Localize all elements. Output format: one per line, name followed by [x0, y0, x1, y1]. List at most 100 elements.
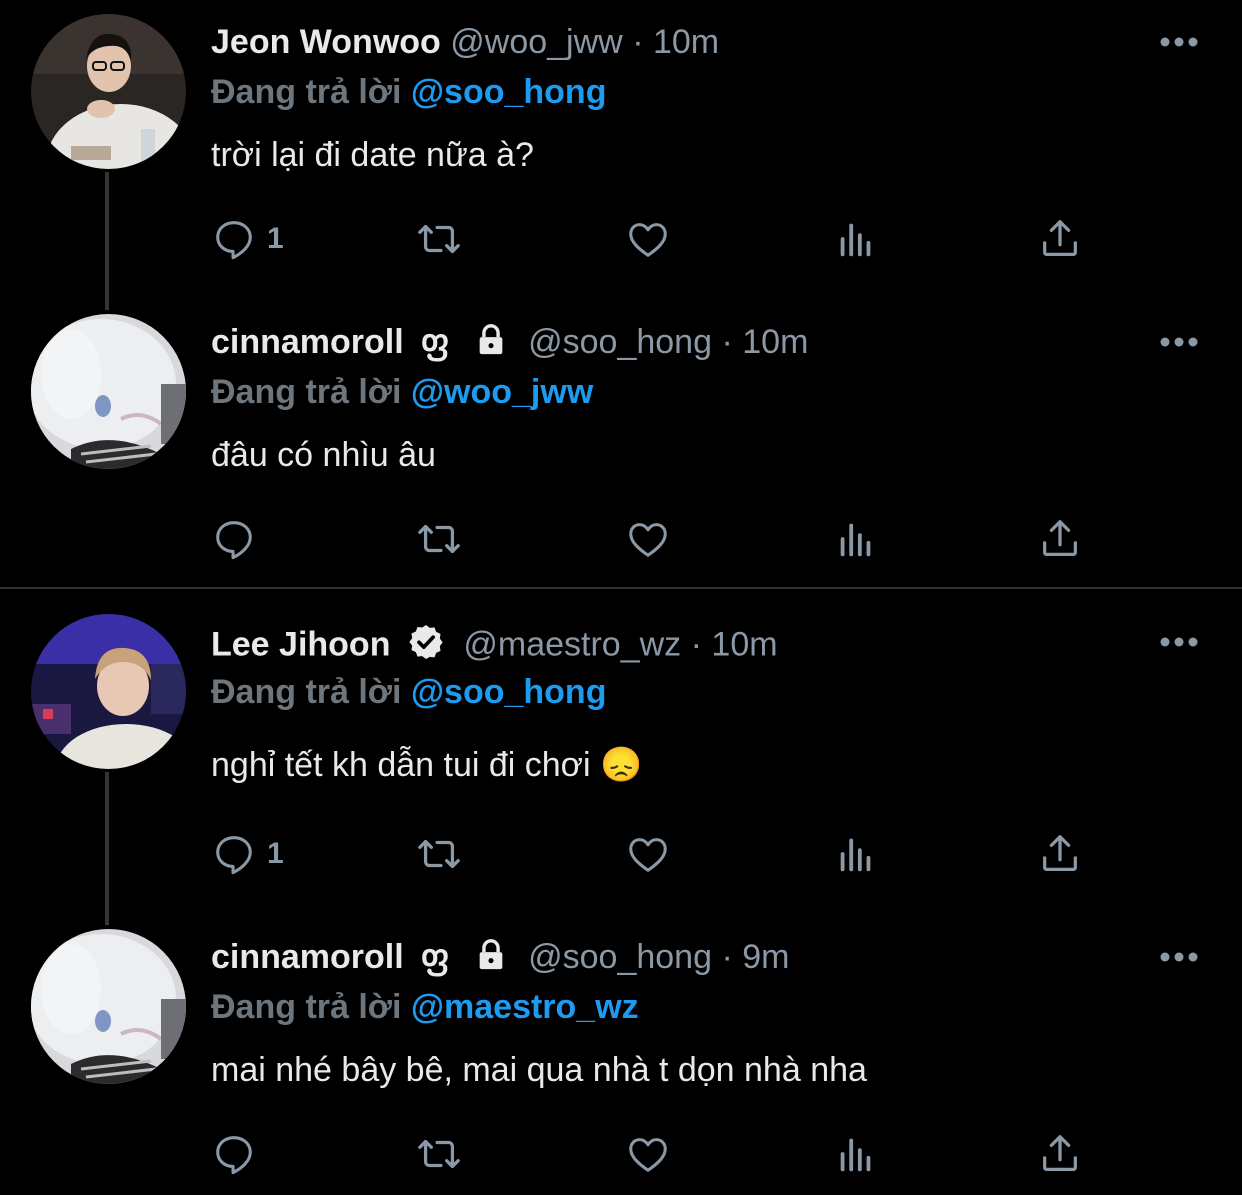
action-bar: 1 [211, 829, 1111, 879]
retweet-button[interactable] [416, 1129, 462, 1179]
more-options-button[interactable] [1158, 947, 1200, 967]
views-button[interactable] [833, 214, 879, 264]
ellipsis-icon [1160, 37, 1198, 47]
share-button[interactable] [1037, 214, 1083, 264]
tweet-3[interactable]: Lee Jihoon @maestro_wz · 10m Đang trả lờ… [0, 600, 1242, 925]
more-options-button[interactable] [1158, 32, 1200, 52]
reply-icon [216, 836, 252, 875]
retweet-button[interactable] [416, 214, 462, 264]
thread-divider [0, 587, 1242, 589]
user-handle[interactable]: @maestro_wz [463, 625, 681, 663]
display-name[interactable]: Jeon Wonwoo [211, 23, 441, 61]
tweet-text: trời lại đi date nữa à? [211, 136, 534, 174]
lock-icon [473, 323, 509, 366]
share-button[interactable] [1037, 514, 1083, 564]
tweet-2[interactable]: cinnamoroll ფ @soo_hong · 10m Đang trả l… [0, 300, 1242, 585]
thread-connector [105, 172, 109, 310]
timestamp[interactable]: 10m [711, 625, 777, 663]
like-button[interactable] [625, 1129, 671, 1179]
reply-icon [216, 221, 252, 260]
views-button[interactable] [833, 829, 879, 879]
mention-link[interactable]: @soo_hong [411, 73, 607, 111]
heart-icon [629, 838, 667, 872]
heart-icon [629, 523, 667, 557]
tweet-text: đâu có nhìu âu [211, 436, 436, 474]
retweet-button[interactable] [416, 829, 462, 879]
tweet-header: cinnamoroll ფ @soo_hong · 10m [211, 322, 808, 366]
display-name[interactable]: cinnamoroll [211, 323, 404, 361]
mention-link[interactable]: @maestro_wz [411, 988, 639, 1026]
share-button[interactable] [1037, 829, 1083, 879]
more-options-button[interactable] [1158, 332, 1200, 352]
action-bar: 1 [211, 214, 1111, 264]
reply-button[interactable]: 1 [211, 214, 284, 264]
timestamp[interactable]: 10m [742, 323, 808, 361]
retweet-icon [418, 224, 460, 254]
heart-icon [629, 223, 667, 257]
retweet-button[interactable] [416, 514, 462, 564]
replying-label: Đang trả lời [211, 673, 402, 711]
mention-link[interactable]: @woo_jww [411, 373, 593, 411]
separator-dot: · [721, 938, 733, 976]
user-handle[interactable]: @soo_hong [528, 938, 712, 976]
analytics-icon [840, 223, 871, 257]
share-button[interactable] [1037, 1129, 1083, 1179]
replying-to: Đang trả lời @woo_jww [211, 372, 593, 412]
ellipsis-icon [1160, 637, 1198, 647]
like-button[interactable] [625, 829, 671, 879]
timestamp[interactable]: 9m [742, 938, 789, 976]
like-button[interactable] [625, 214, 671, 264]
name-decoration: ფ [421, 938, 450, 976]
thread-connector [105, 772, 109, 925]
verified-icon [406, 622, 446, 671]
tweet-text: nghỉ tết kh dẫn tui đi chơi 😞 [211, 746, 643, 784]
reply-button[interactable]: 1 [211, 829, 284, 879]
avatar-cinnamoroll[interactable] [31, 929, 186, 1084]
retweet-icon [418, 839, 460, 869]
views-button[interactable] [833, 514, 879, 564]
avatar-cinnamoroll[interactable] [31, 314, 186, 469]
reply-count: 1 [267, 222, 284, 255]
share-icon [1043, 1135, 1077, 1171]
reply-icon [216, 521, 252, 560]
separator-dot: · [721, 323, 733, 361]
analytics-icon [840, 523, 871, 557]
tweet-1[interactable]: Jeon Wonwoo @woo_jww · 10m Đang trả lời … [0, 0, 1242, 310]
tweet-4[interactable]: cinnamoroll ფ @soo_hong · 9m Đang trả lờ… [0, 915, 1242, 1195]
replying-to: Đang trả lời @soo_hong [211, 72, 606, 112]
user-handle[interactable]: @soo_hong [528, 323, 712, 361]
replying-to: Đang trả lời @maestro_wz [211, 987, 639, 1027]
share-icon [1043, 520, 1077, 556]
mention-link[interactable]: @soo_hong [411, 673, 607, 711]
analytics-icon [840, 1138, 871, 1172]
name-decoration: ფ [421, 323, 450, 361]
like-button[interactable] [625, 514, 671, 564]
share-icon [1043, 835, 1077, 871]
display-name[interactable]: Lee Jihoon [211, 625, 390, 663]
lock-icon [473, 938, 509, 981]
timestamp[interactable]: 10m [653, 23, 719, 61]
retweet-icon [418, 1139, 460, 1169]
tweet-header: Jeon Wonwoo @woo_jww · 10m [211, 22, 719, 62]
ellipsis-icon [1160, 337, 1198, 347]
user-handle[interactable]: @woo_jww [450, 23, 622, 61]
replying-label: Đang trả lời [211, 373, 402, 411]
reply-button[interactable] [211, 514, 267, 564]
reply-button[interactable] [211, 1129, 267, 1179]
replying-to: Đang trả lời @soo_hong [211, 672, 606, 712]
separator-dot: · [690, 625, 702, 664]
analytics-icon [840, 838, 871, 872]
display-name[interactable]: cinnamoroll [211, 938, 404, 976]
action-bar [211, 514, 1111, 564]
views-button[interactable] [833, 1129, 879, 1179]
heart-icon [629, 1138, 667, 1172]
avatar-wonwoo[interactable] [31, 14, 186, 169]
tweet-text: mai nhé bây bê, mai qua nhà t dọn nhà nh… [211, 1051, 867, 1089]
share-icon [1043, 220, 1077, 256]
replying-label: Đang trả lời [211, 73, 402, 111]
avatar-jihoon[interactable] [31, 614, 186, 769]
retweet-icon [418, 524, 460, 554]
reply-count: 1 [267, 837, 284, 870]
more-options-button[interactable] [1158, 632, 1200, 652]
tweet-header: Lee Jihoon @maestro_wz · 10m [211, 622, 778, 671]
